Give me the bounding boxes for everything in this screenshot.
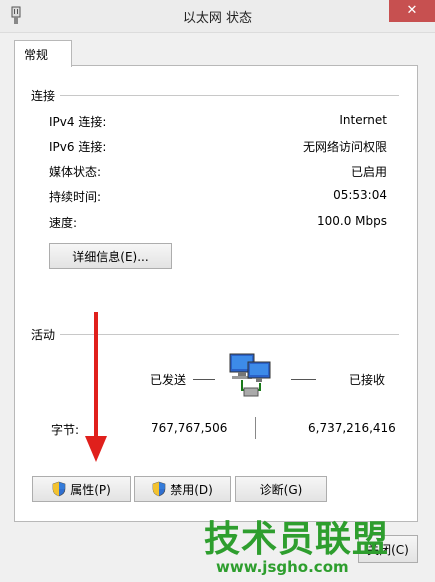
disable-button-label: 禁用(D) bbox=[170, 482, 213, 497]
properties-button-label: 属性(P) bbox=[70, 482, 111, 497]
diagnose-button-label: 诊断(G) bbox=[259, 482, 303, 497]
bytes-label: 字节: bbox=[51, 423, 80, 437]
shield-icon bbox=[152, 481, 166, 497]
duration-label: 持续时间: bbox=[49, 190, 102, 204]
sent-line bbox=[193, 379, 215, 380]
connection-divider bbox=[60, 95, 399, 96]
shield-icon bbox=[52, 481, 66, 497]
ipv6-value: 无网络访问权限 bbox=[302, 140, 387, 154]
speed-value: 100.0 Mbps bbox=[316, 214, 387, 228]
received-line bbox=[291, 379, 316, 380]
media-state-value: 已启用 bbox=[350, 165, 387, 179]
tab-general[interactable]: 常规 bbox=[14, 40, 72, 67]
speed-label: 速度: bbox=[49, 216, 78, 230]
disable-button[interactable]: 禁用(D) bbox=[134, 476, 231, 502]
general-panel bbox=[14, 65, 418, 522]
bytes-sent-value: 767,767,506 bbox=[151, 421, 228, 435]
watermark: 技术员联盟 www.jsgho.com bbox=[204, 510, 404, 582]
network-computers-icon bbox=[229, 353, 271, 397]
duration-value: 05:53:04 bbox=[333, 188, 387, 202]
watermark-text: 技术员联盟 bbox=[204, 519, 390, 560]
ipv4-label: IPv4 连接: bbox=[49, 115, 107, 129]
sent-label: 已发送 bbox=[150, 373, 187, 387]
bytes-separator bbox=[255, 417, 256, 439]
details-button-label: 详细信息(E)... bbox=[72, 249, 149, 264]
annotation-arrow bbox=[85, 312, 107, 462]
ipv4-value: Internet bbox=[339, 113, 387, 127]
close-window-button[interactable]: ✕ bbox=[389, 0, 435, 22]
window-title: 以太网 状态 bbox=[182, 11, 253, 26]
activity-group-label: 活动 bbox=[31, 328, 56, 342]
activity-divider bbox=[60, 334, 399, 335]
media-state-label: 媒体状态: bbox=[49, 165, 102, 179]
ipv6-label: IPv6 连接: bbox=[49, 140, 107, 154]
properties-button[interactable]: 属性(P) bbox=[32, 476, 131, 502]
title-bar: 以太网 状态 ✕ bbox=[0, 0, 435, 33]
connection-group-label: 连接 bbox=[31, 89, 56, 103]
diagnose-button[interactable]: 诊断(G) bbox=[235, 476, 327, 502]
tab-general-label: 常规 bbox=[24, 48, 49, 62]
bytes-received-value: 6,737,216,416 bbox=[308, 421, 396, 435]
details-button[interactable]: 详细信息(E)... bbox=[49, 243, 172, 269]
received-label: 已接收 bbox=[349, 373, 386, 387]
watermark-url: www.jsgho.com bbox=[216, 558, 349, 576]
